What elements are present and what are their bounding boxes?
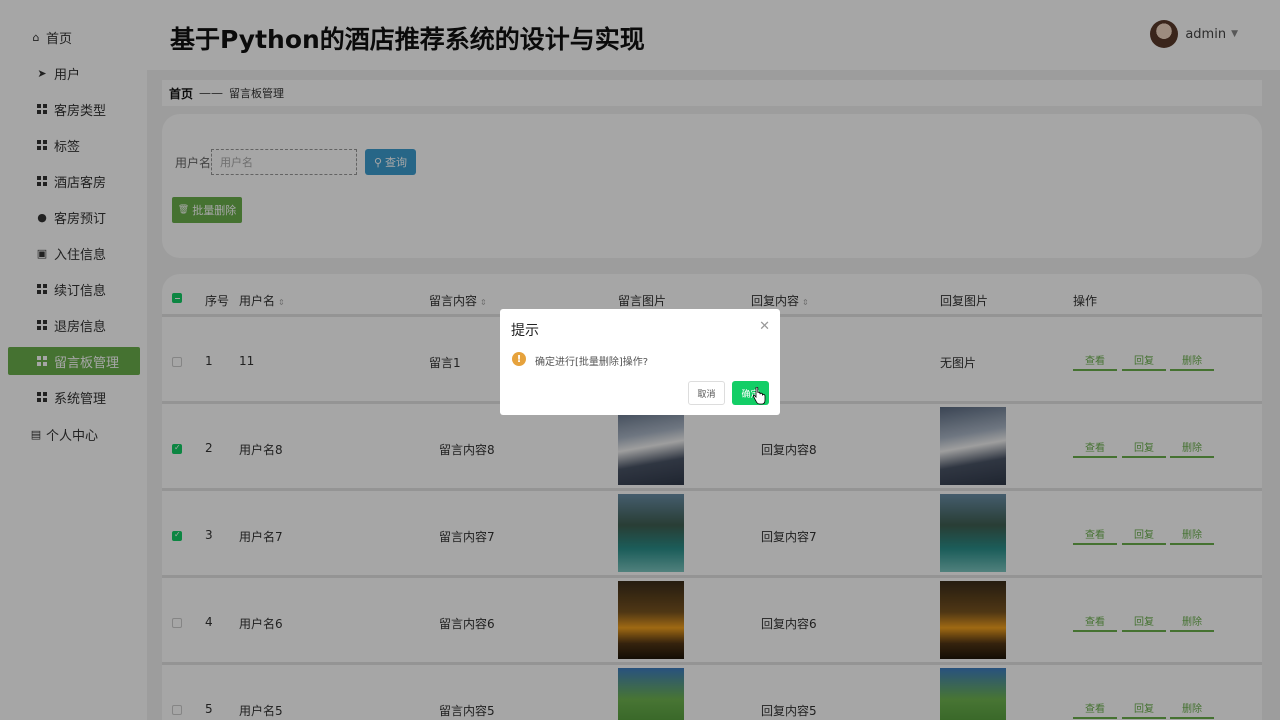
close-icon[interactable]: ✕	[759, 319, 770, 334]
confirm-dialog: 提示 ✕ ! 确定进行[批量删除]操作? 取消 确定	[500, 309, 780, 415]
hand-cursor-icon	[752, 387, 766, 405]
cancel-button[interactable]: 取消	[688, 381, 725, 405]
warning-icon: !	[512, 352, 526, 366]
dialog-title: 提示	[511, 323, 539, 339]
dialog-message: 确定进行[批量删除]操作?	[535, 357, 649, 368]
